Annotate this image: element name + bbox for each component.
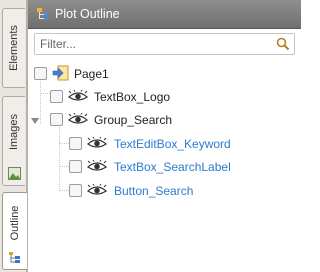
plot-outline-panel: Plot Outline Page1 (27, 0, 301, 272)
tab-elements[interactable]: Elements (2, 8, 25, 88)
filter-input[interactable] (35, 34, 265, 54)
panel-title: Plot Outline (55, 7, 120, 21)
visibility-checkbox[interactable] (69, 160, 82, 173)
side-tab-strip: Elements Images Outline (0, 0, 27, 272)
tree-row-page1[interactable]: Page1 (28, 63, 301, 85)
filter-box (34, 33, 295, 55)
tree-label-texteditbox-keyword: TextEditBox_Keyword (114, 137, 231, 151)
tree-label-button-search: Button_Search (114, 184, 194, 198)
visibility-checkbox[interactable] (69, 137, 82, 150)
tab-outline[interactable]: Outline (2, 192, 27, 270)
image-icon (8, 167, 21, 180)
collapse-arrow-icon[interactable] (30, 116, 40, 126)
visibility-checkbox[interactable] (50, 90, 63, 103)
tab-outline-label: Outline (9, 205, 21, 241)
tree-row-textbox-logo[interactable]: TextBox_Logo (28, 86, 301, 108)
tree-row-button-search[interactable]: Button_Search (28, 180, 301, 202)
eye-icon[interactable] (87, 184, 107, 197)
search-icon[interactable] (276, 37, 290, 51)
eye-icon[interactable] (87, 160, 107, 173)
tab-images-label: Images (8, 114, 20, 151)
eye-icon[interactable] (68, 90, 88, 103)
tree-row-texteditbox-keyword[interactable]: TextEditBox_Keyword (28, 133, 301, 155)
visibility-checkbox[interactable] (34, 67, 47, 80)
outline-tree-icon (9, 252, 20, 263)
visibility-checkbox[interactable] (69, 184, 82, 197)
tree-label-page1: Page1 (74, 67, 109, 81)
eye-icon[interactable] (87, 137, 107, 150)
tree-row-group-search[interactable]: Group_Search (28, 109, 301, 131)
page-icon (52, 65, 69, 81)
tree-row-textbox-searchlabel[interactable]: TextBox_SearchLabel (28, 156, 301, 178)
eye-icon[interactable] (68, 113, 88, 126)
visibility-checkbox[interactable] (50, 113, 63, 126)
outline-tree-icon (37, 8, 49, 20)
tree-label-textbox-searchlabel: TextBox_SearchLabel (114, 160, 231, 174)
tab-elements-label: Elements (8, 25, 20, 71)
tab-images[interactable]: Images (2, 96, 25, 186)
panel-header: Plot Outline (28, 0, 301, 29)
tree-label-group-search: Group_Search (94, 113, 173, 127)
tree-label-textbox-logo: TextBox_Logo (94, 90, 171, 104)
